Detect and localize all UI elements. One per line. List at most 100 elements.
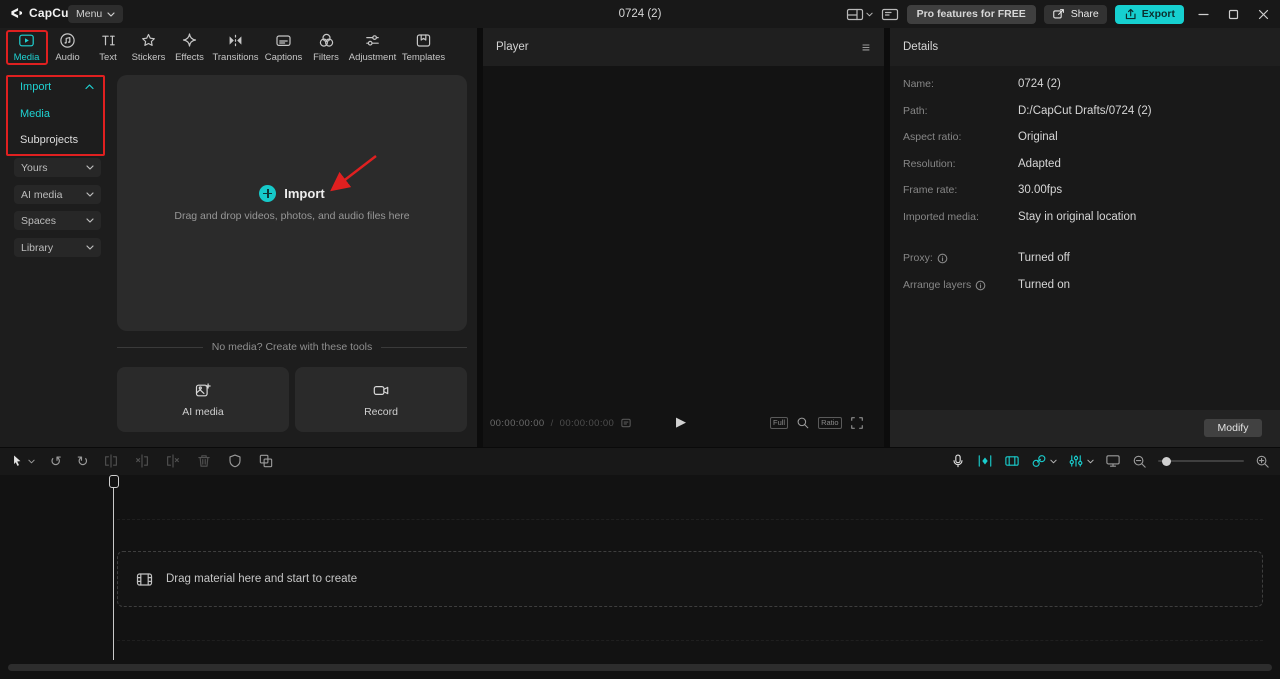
- filters-icon: [318, 32, 335, 49]
- tab-adjustment-label: Adjustment: [349, 52, 397, 63]
- sidebar-item-subprojects[interactable]: Subprojects: [0, 128, 110, 152]
- record-card[interactable]: Record: [295, 367, 467, 432]
- modify-button[interactable]: Modify: [1204, 419, 1262, 437]
- tab-adjustment[interactable]: Adjustment: [346, 28, 399, 67]
- ai-media-card[interactable]: AI media: [117, 367, 289, 432]
- panel-layout-button[interactable]: [846, 7, 873, 22]
- fullscreen-icon[interactable]: [850, 416, 864, 430]
- chevron-down-icon: [1087, 459, 1094, 464]
- info-icon[interactable]: [937, 253, 948, 264]
- freeze-frame-button[interactable]: [258, 453, 274, 469]
- tab-stickers[interactable]: Stickers: [128, 28, 169, 67]
- import-button[interactable]: Import: [259, 185, 324, 202]
- keyframe-toggle-button[interactable]: [977, 453, 993, 469]
- mask-button[interactable]: [227, 453, 243, 469]
- slider-knob[interactable]: [1162, 457, 1171, 466]
- sidebar-group-ai-media[interactable]: AI media: [14, 185, 101, 204]
- compact-layout-icon: [881, 7, 899, 22]
- tab-stickers-label: Stickers: [132, 52, 166, 63]
- chevron-down-icon: [866, 12, 873, 17]
- export-button[interactable]: Export: [1115, 5, 1184, 24]
- delete-left-button[interactable]: [134, 453, 150, 469]
- toolbar-right-tools: [950, 447, 1270, 475]
- full-screen-badge[interactable]: Full: [770, 417, 788, 429]
- pro-features-button[interactable]: Pro features for FREE: [907, 5, 1036, 24]
- voiceover-button[interactable]: [950, 453, 966, 469]
- timeline-dropzone[interactable]: Drag material here and start to create: [117, 551, 1263, 607]
- drop-hint-text: Drag and drop videos, photos, and audio …: [174, 210, 409, 222]
- templates-icon: [415, 32, 432, 49]
- timecode-options-icon[interactable]: [620, 417, 632, 429]
- detail-label: Name:: [903, 78, 934, 90]
- sidebar-group-yours[interactable]: Yours: [14, 158, 101, 177]
- ratio-badge[interactable]: Ratio: [818, 417, 842, 429]
- chevron-down-icon: [86, 165, 94, 170]
- select-tool-button[interactable]: [10, 453, 35, 469]
- split-button[interactable]: [103, 453, 119, 469]
- player-timecode: 00:00:00:00 / 00:00:00:00: [490, 417, 632, 429]
- close-icon: [1258, 9, 1269, 20]
- tab-text[interactable]: Text: [88, 28, 128, 67]
- zoom-in-button[interactable]: [1255, 454, 1270, 469]
- tab-transitions[interactable]: Transitions: [210, 28, 261, 67]
- close-button[interactable]: [1252, 0, 1274, 28]
- link-icon: [1031, 453, 1047, 469]
- detail-value: 30.00fps: [1018, 184, 1062, 196]
- delete-right-button[interactable]: [165, 453, 181, 469]
- sidebar-item-media[interactable]: Media: [0, 102, 110, 126]
- tab-filters[interactable]: Filters: [306, 28, 346, 67]
- audio-levels-toggle-button[interactable]: [1068, 453, 1094, 469]
- play-button[interactable]: ▶: [676, 414, 686, 430]
- mixer-icon: [1068, 453, 1084, 469]
- tab-audio-label: Audio: [55, 52, 79, 63]
- detail-row-arrange-layers: Arrange layers Turned on: [903, 278, 1265, 292]
- media-icon: [18, 32, 35, 49]
- link-toggle-button[interactable]: [1031, 453, 1057, 469]
- detail-value: 0724 (2): [1018, 78, 1061, 90]
- sidebar-item-import[interactable]: Import: [0, 75, 110, 99]
- playhead-line: [113, 488, 114, 660]
- export-icon: [1124, 8, 1137, 21]
- filmstrip-icon: [1004, 453, 1020, 469]
- film-icon: [136, 571, 153, 588]
- playhead-handle[interactable]: [109, 475, 119, 488]
- compact-layout-button[interactable]: [881, 7, 899, 22]
- plus-icon: [259, 185, 276, 202]
- sidebar-group-library[interactable]: Library: [14, 238, 101, 257]
- sidebar-group-spaces[interactable]: Spaces: [14, 211, 101, 230]
- tab-captions[interactable]: Captions: [261, 28, 306, 67]
- panel-layout-icon: [846, 7, 864, 22]
- undo-button[interactable]: ↺: [50, 454, 62, 468]
- track-lane-divider: [117, 640, 1263, 641]
- preview-quality-button[interactable]: [1105, 453, 1121, 469]
- record-card-label: Record: [364, 406, 398, 418]
- redo-button[interactable]: ↻: [77, 454, 89, 468]
- info-icon[interactable]: [975, 280, 986, 291]
- fit-zoom-icon[interactable]: [796, 416, 810, 430]
- cursor-icon: [10, 453, 25, 469]
- tab-effects[interactable]: Effects: [169, 28, 210, 67]
- auto-cut-toggle-button[interactable]: [1004, 453, 1020, 469]
- chevron-down-icon: [86, 218, 94, 223]
- timeline-horizontal-scrollbar[interactable]: [8, 664, 1272, 671]
- tab-media[interactable]: Media: [6, 28, 47, 67]
- tab-captions-label: Captions: [265, 52, 303, 63]
- timeline-zoom-slider[interactable]: [1158, 454, 1244, 468]
- detail-value: Turned off: [1018, 252, 1070, 264]
- chevron-down-icon: [1050, 459, 1057, 464]
- delete-left-icon: [134, 453, 150, 469]
- zoom-out-button[interactable]: [1132, 454, 1147, 469]
- player-menu-icon[interactable]: ≡: [862, 28, 870, 66]
- effects-icon: [181, 32, 198, 49]
- ai-media-icon: [194, 382, 212, 399]
- tab-templates[interactable]: Templates: [399, 28, 448, 67]
- tab-audio[interactable]: Audio: [47, 28, 88, 67]
- share-button[interactable]: Share: [1044, 5, 1107, 24]
- sidebar-group-yours-label: Yours: [21, 162, 47, 174]
- maximize-button[interactable]: [1222, 0, 1244, 28]
- details-title: Details: [903, 28, 938, 66]
- delete-button[interactable]: [196, 453, 212, 469]
- import-drop-area[interactable]: Import Drag and drop videos, photos, and…: [117, 75, 467, 331]
- trash-icon: [196, 453, 212, 469]
- minimize-button[interactable]: [1192, 0, 1214, 28]
